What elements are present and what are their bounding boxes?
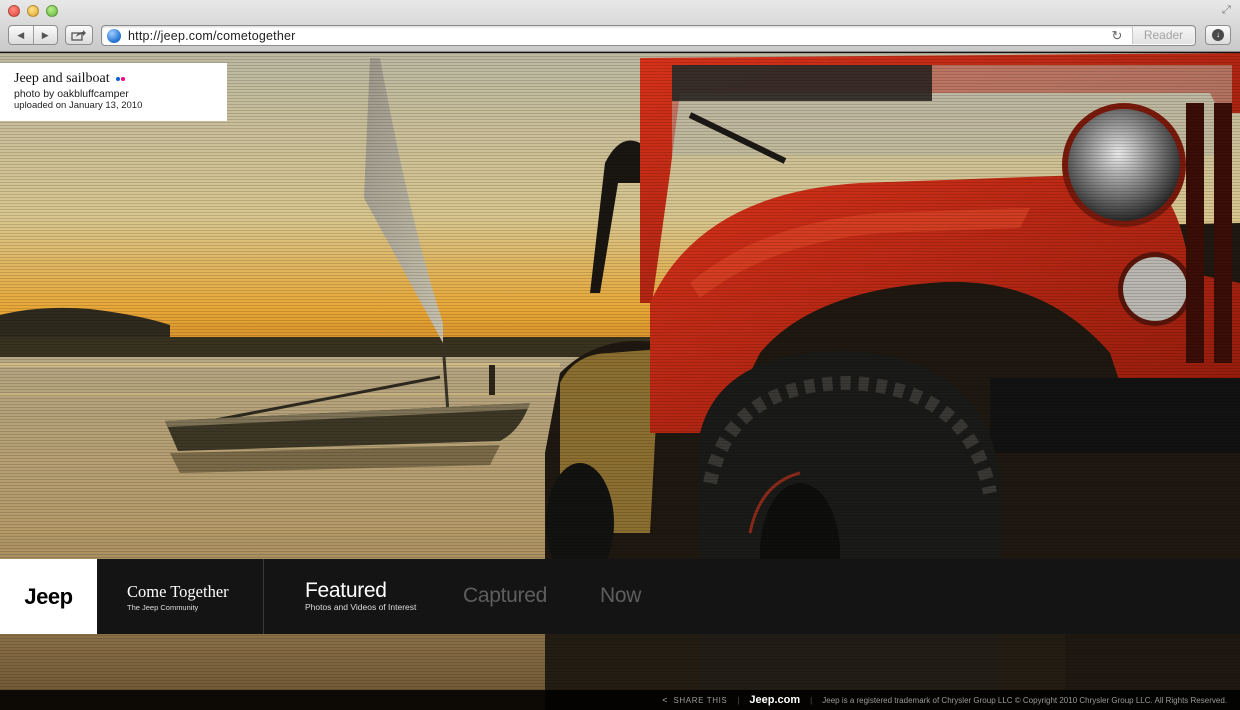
- jeep-logo-text: Jeep: [24, 583, 73, 609]
- reload-icon[interactable]: ↻: [1109, 28, 1125, 44]
- url-text[interactable]: http://jeep.com/cometogether: [128, 29, 296, 43]
- share-icon: [71, 30, 86, 41]
- photo-caption: Jeep and sailboat photo by oakbluffcampe…: [0, 63, 227, 121]
- forward-button[interactable]: ▶: [32, 26, 58, 44]
- share-this-link[interactable]: SHARE THIS: [673, 696, 727, 705]
- forward-icon: ▶: [41, 29, 49, 40]
- zoom-window-button[interactable]: [46, 5, 58, 17]
- download-icon: ↓: [1212, 29, 1224, 41]
- page-footer: < SHARE THIS | Jeep.com | Jeep is a regi…: [0, 690, 1240, 710]
- footer-divider: |: [810, 695, 813, 705]
- come-together-link[interactable]: Come Together The Jeep Community: [97, 559, 264, 634]
- window-controls: [8, 5, 58, 17]
- photo-credit[interactable]: photo by oakbluffcamper: [14, 88, 213, 100]
- photo-upload-date: uploaded on January 13, 2010: [14, 100, 143, 111]
- nav-tab-now[interactable]: Now: [600, 584, 641, 608]
- back-button[interactable]: ◀: [9, 26, 33, 44]
- back-icon: ◀: [17, 29, 25, 40]
- history-buttons: ◀ ▶: [8, 25, 58, 45]
- address-bar[interactable]: http://jeep.com/cometogether ↻ Reader: [101, 25, 1196, 46]
- flickr-icon[interactable]: [115, 77, 125, 81]
- photo-title: Jeep and sailboat: [14, 71, 213, 87]
- close-window-button[interactable]: [8, 5, 20, 17]
- featured-subtitle: Photos and Videos of Interest: [305, 602, 417, 612]
- page-content: Jeep and sailboat photo by oakbluffcampe…: [0, 53, 1240, 710]
- share-this-icon[interactable]: <: [662, 695, 667, 705]
- jeep-com-link[interactable]: Jeep.com: [749, 694, 800, 706]
- downloads-button[interactable]: ↓: [1205, 25, 1231, 45]
- footer-divider: |: [737, 695, 740, 705]
- reader-button[interactable]: Reader: [1132, 27, 1194, 44]
- share-button[interactable]: [65, 25, 93, 45]
- nav-tab-captured[interactable]: Captured: [463, 584, 547, 608]
- site-navigation: Jeep Come Together The Jeep Community Fe…: [0, 559, 1240, 634]
- browser-toolbar: ⤢ ◀ ▶ http://jeep.com/cometogether ↻ Rea…: [0, 0, 1240, 52]
- copyright-text: Jeep is a registered trademark of Chrysl…: [822, 695, 1227, 705]
- featured-label: Featured: [305, 579, 387, 602]
- photo-title-text[interactable]: Jeep and sailboat: [14, 71, 110, 87]
- community-subtitle: The Jeep Community: [127, 603, 199, 612]
- fullscreen-icon[interactable]: ⤢: [1222, 4, 1234, 16]
- globe-icon: [107, 29, 121, 43]
- jeep-logo[interactable]: Jeep: [0, 559, 97, 634]
- minimize-window-button[interactable]: [27, 5, 39, 17]
- community-title: Come Together: [127, 582, 229, 601]
- nav-tab-featured[interactable]: Featured Photos and Videos of Interest: [305, 579, 416, 612]
